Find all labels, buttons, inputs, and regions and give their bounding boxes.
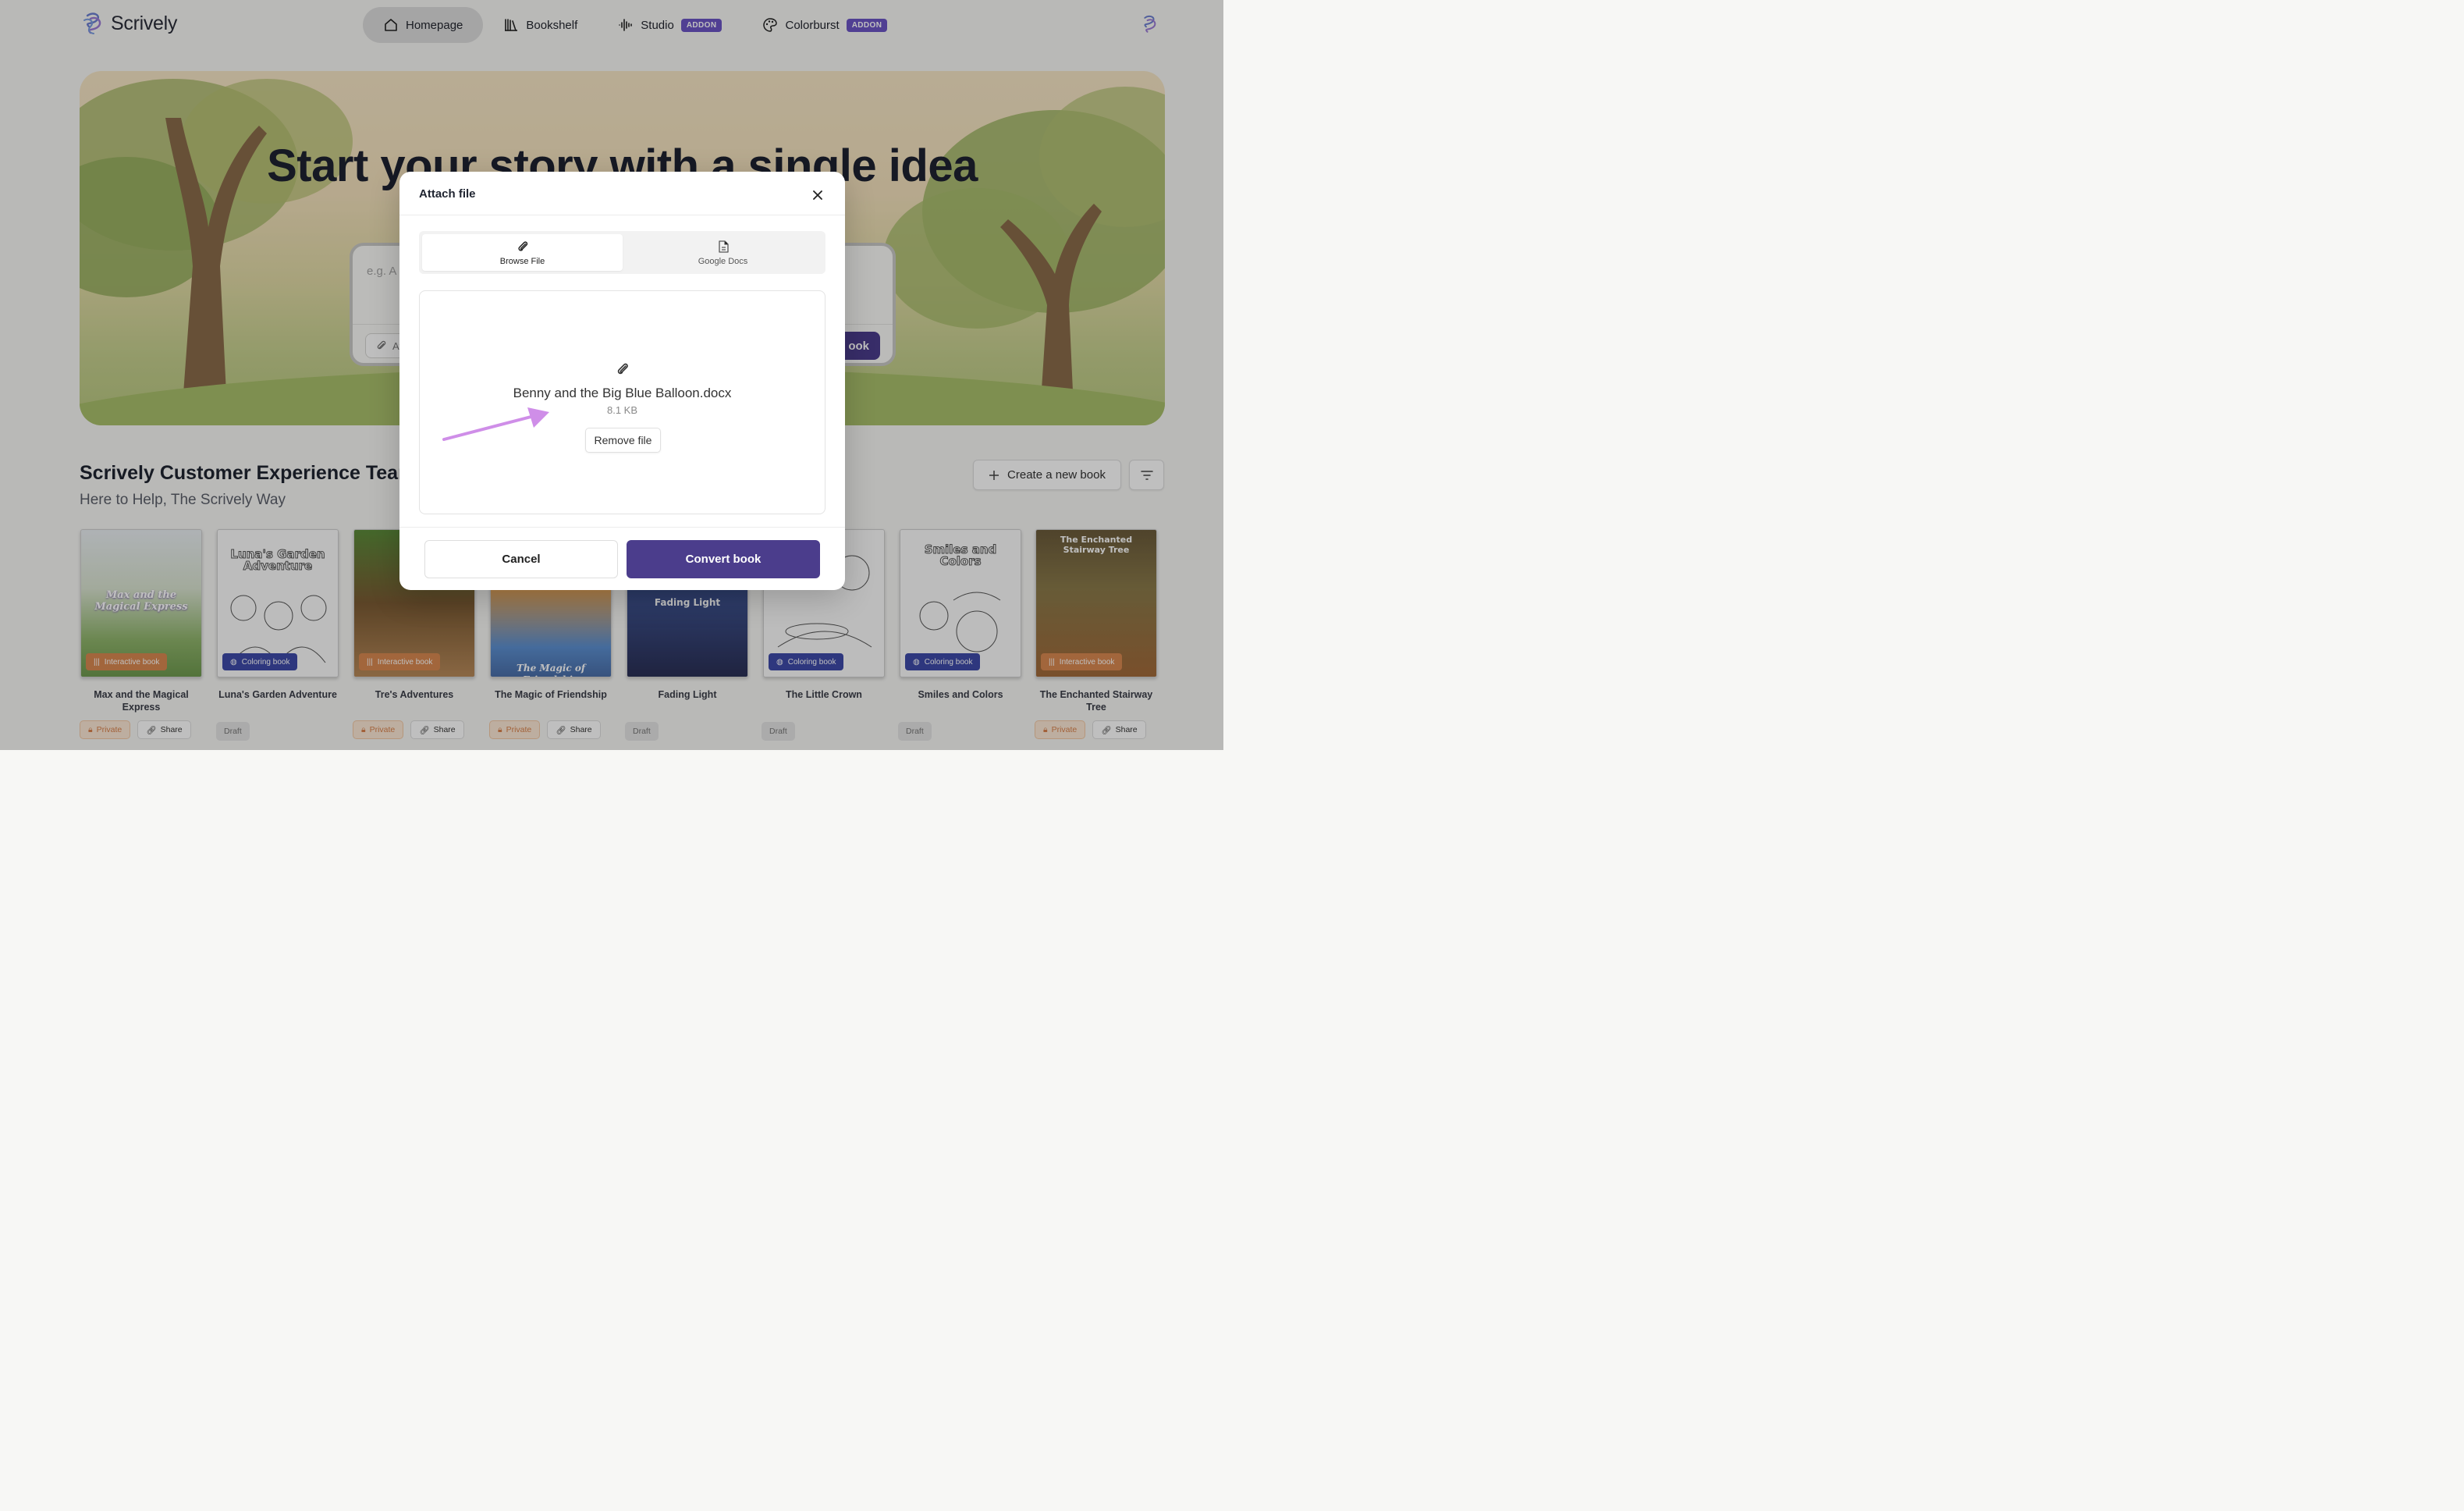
tab-google-docs-label: Google Docs [698, 256, 748, 266]
attached-file-name: Benny and the Big Blue Balloon.docx [513, 386, 732, 400]
tab-browse-file-label: Browse File [499, 256, 545, 266]
file-dropzone[interactable]: Benny and the Big Blue Balloon.docx 8.1 … [419, 290, 825, 514]
divider [399, 527, 845, 528]
document-icon [718, 240, 729, 253]
cancel-button[interactable]: Cancel [424, 540, 618, 578]
tab-browse-file[interactable]: Browse File [422, 234, 623, 271]
annotation-arrow-icon [442, 407, 549, 441]
paperclip-icon [517, 240, 527, 251]
close-icon[interactable] [811, 188, 825, 202]
source-tabs: Browse File Google Docs [419, 231, 825, 274]
remove-file-button[interactable]: Remove file [585, 428, 661, 453]
tab-google-docs[interactable]: Google Docs [623, 234, 823, 271]
attach-file-dialog: Attach file Browse File Google Docs Benn… [399, 172, 845, 590]
paperclip-icon [617, 363, 628, 375]
dialog-title: Attach file [419, 187, 476, 201]
convert-book-button[interactable]: Convert book [627, 540, 820, 578]
